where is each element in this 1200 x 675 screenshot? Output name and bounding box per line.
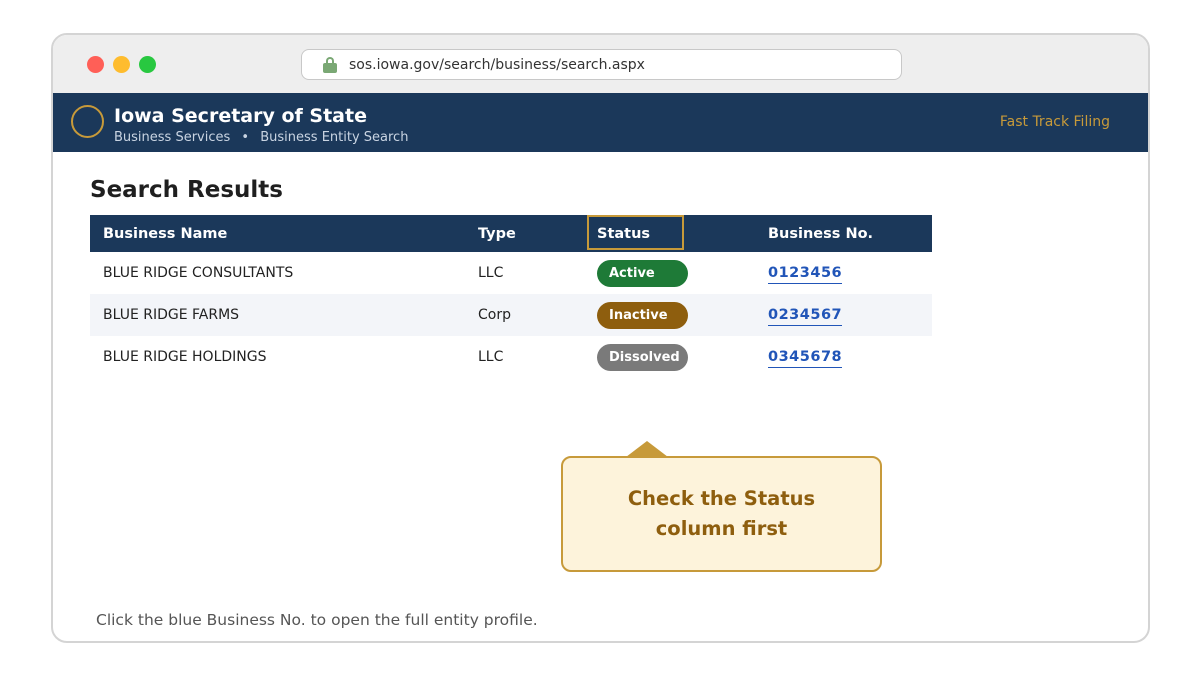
callout-text: Check the Status column first — [627, 487, 816, 540]
table-row: BLUE RIDGE CONSULTANTS LLC Active 012345… — [90, 252, 932, 294]
fast-track-filing-link[interactable]: Fast Track Filing — [1000, 114, 1110, 130]
page-title: Search Results — [90, 177, 283, 203]
business-name-cell: BLUE RIDGE FARMS — [103, 307, 240, 323]
table-header-row: Business Name Type Status Business No. — [90, 215, 932, 252]
breadcrumb: Business Services • Business Entity Sear… — [114, 130, 408, 145]
minimize-window-button[interactable] — [113, 56, 130, 73]
status-badge: Dissolved — [597, 343, 688, 371]
state-seal-icon — [71, 105, 104, 138]
address-bar[interactable]: sos.iowa.gov/search/business/search.aspx — [301, 49, 902, 80]
column-header-type: Type — [478, 225, 516, 242]
status-cell: Inactive — [587, 294, 755, 336]
browser-chrome: sos.iowa.gov/search/business/search.aspx — [53, 35, 1148, 93]
table-row: BLUE RIDGE FARMS Corp Inactive 0234567 — [90, 294, 932, 336]
url-text: sos.iowa.gov/search/business/search.aspx — [349, 57, 645, 73]
business-no-cell: 0234567 — [755, 294, 932, 336]
site-title: Iowa Secretary of State — [114, 105, 367, 127]
status-cell: Active — [587, 252, 755, 294]
business-no-link[interactable]: 0234567 — [768, 307, 843, 326]
business-name-cell: BLUE RIDGE HOLDINGS — [103, 349, 267, 365]
business-no-cell: 0123456 — [755, 252, 932, 294]
business-name-cell: BLUE RIDGE CONSULTANTS — [103, 265, 294, 281]
business-no-link[interactable]: 0123456 — [768, 265, 843, 284]
lock-icon — [322, 57, 338, 73]
browser-window: sos.iowa.gov/search/business/search.aspx… — [51, 33, 1150, 643]
table-row: BLUE RIDGE HOLDINGS LLC Dissolved 034567… — [90, 336, 932, 378]
status-badge: Inactive — [597, 301, 688, 329]
status-badge: Active — [597, 259, 688, 287]
column-header-status: Status — [587, 215, 755, 252]
type-cell: LLC — [478, 349, 504, 365]
column-header-business-no: Business No. — [768, 225, 874, 242]
site-header: Iowa Secretary of State Business Service… — [53, 93, 1148, 152]
maximize-window-button[interactable] — [139, 56, 156, 73]
status-cell: Dissolved — [587, 336, 755, 378]
column-header-status-label: Status — [597, 225, 651, 242]
callout-pointer — [626, 441, 668, 457]
business-no-cell: 0345678 — [755, 336, 932, 378]
type-cell: Corp — [478, 307, 511, 323]
breadcrumb-separator: • — [241, 130, 250, 145]
search-results-table: Business Name Type Status Business No. B… — [90, 215, 932, 378]
business-no-link[interactable]: 0345678 — [768, 349, 843, 368]
footer-hint: Click the blue Business No. to open the … — [96, 611, 538, 629]
column-header-business-name: Business Name — [103, 225, 228, 242]
breadcrumb-business-entity-search[interactable]: Business Entity Search — [260, 130, 408, 145]
breadcrumb-business-services[interactable]: Business Services — [114, 130, 230, 145]
status-callout: Check the Status column first — [561, 456, 882, 572]
close-window-button[interactable] — [87, 56, 104, 73]
type-cell: LLC — [478, 265, 504, 281]
